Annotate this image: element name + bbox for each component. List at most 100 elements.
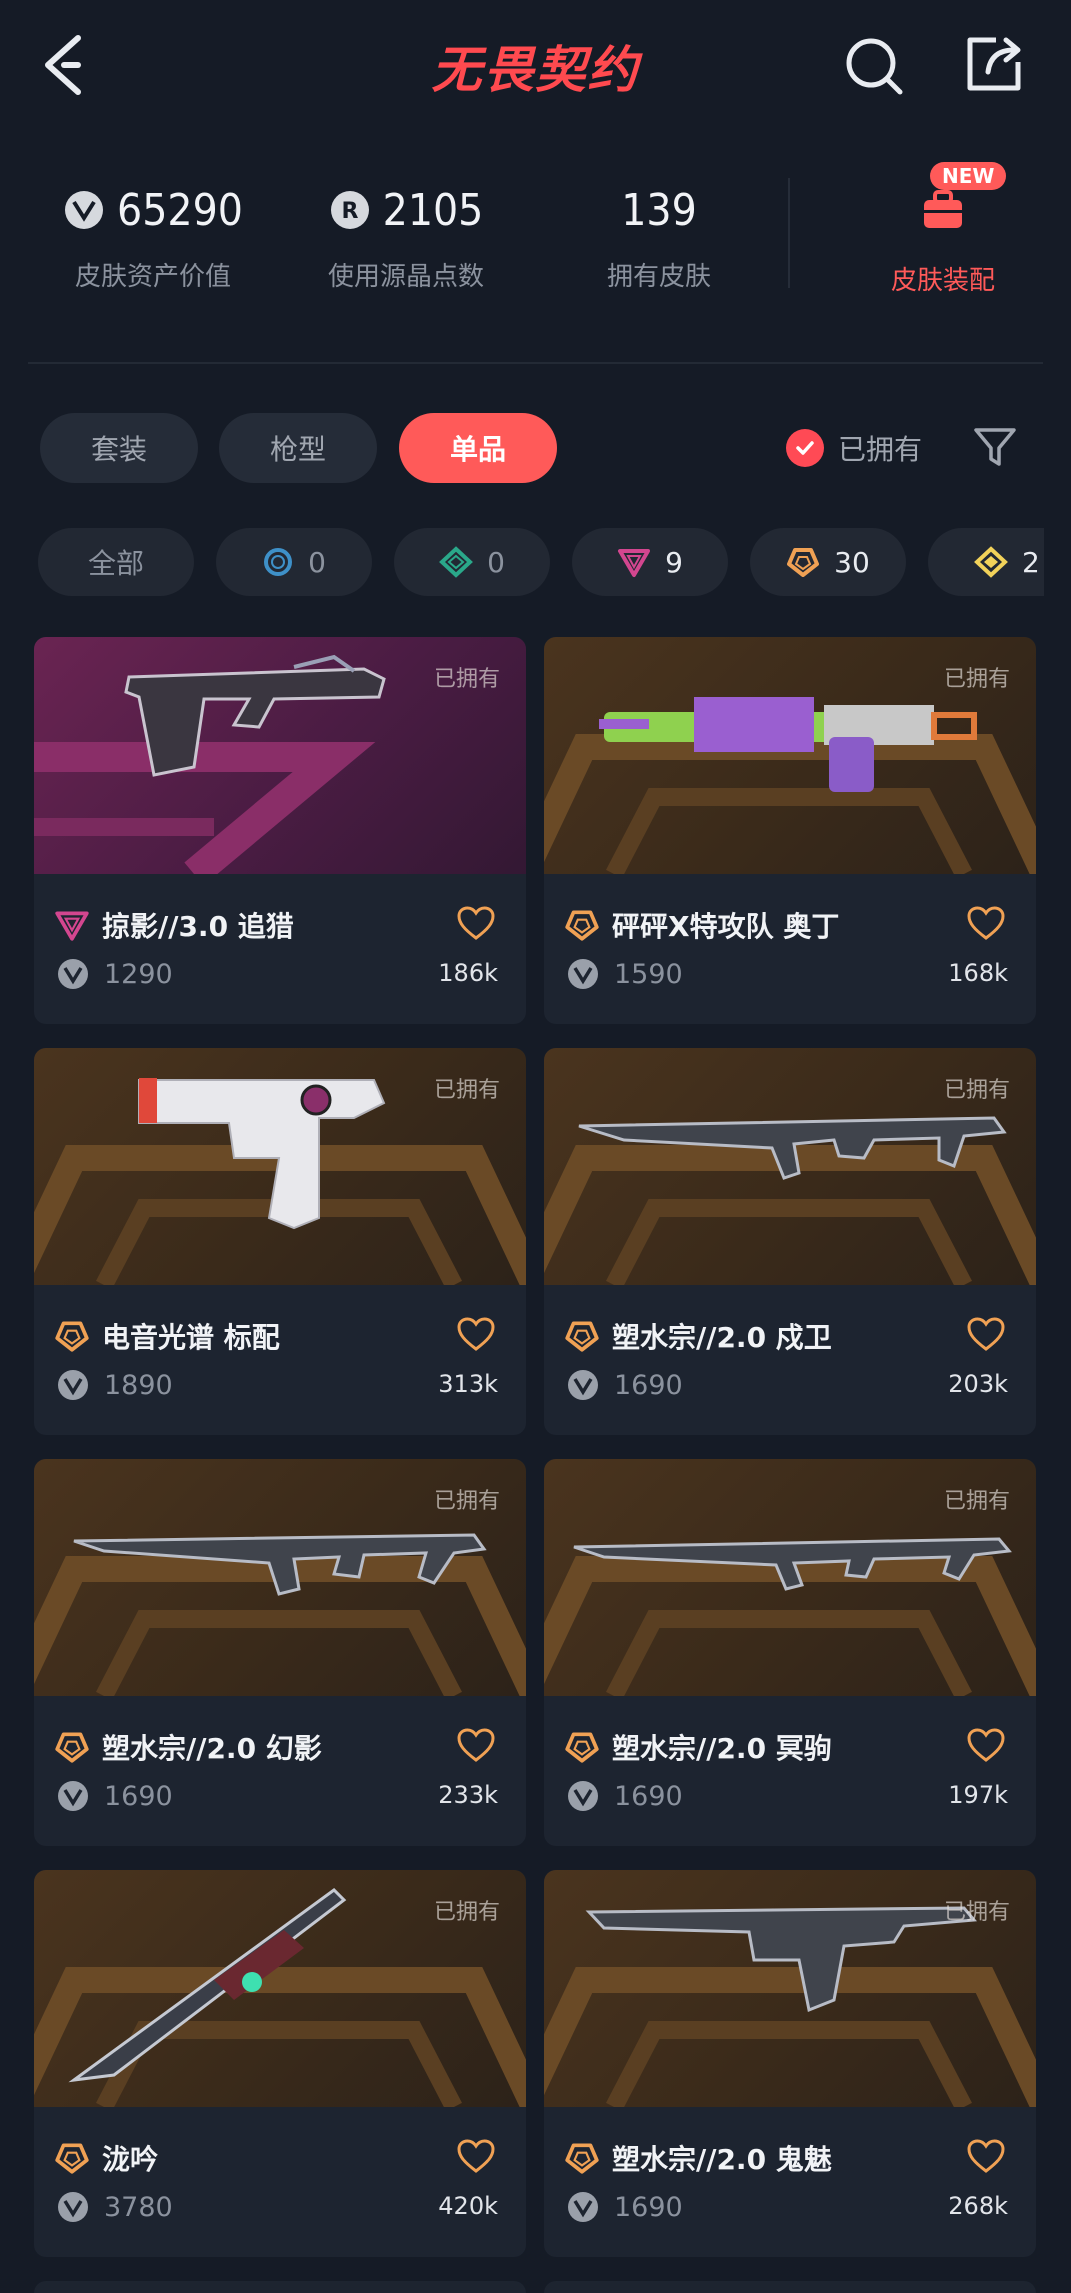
svg-text:R: R	[341, 199, 358, 224]
skin-card[interactable]: 已拥有 塑水宗//2.0 鬼魅 1690 268k	[544, 1870, 1036, 2257]
valorant-points-icon	[568, 1781, 598, 1811]
skin-image: 已拥有	[34, 1870, 526, 2107]
owned-filter-toggle[interactable]: 已拥有	[786, 425, 922, 471]
skin-price: 1590	[614, 958, 683, 990]
skin-card[interactable]: 已拥有 砰砰X特攻队 奥丁 1590 168k	[544, 637, 1036, 1024]
tier-chip-deluxe[interactable]: 0	[394, 528, 550, 596]
tier-chip-label: 全部	[87, 547, 144, 580]
skin-name: 砰砰X特攻队 奥丁	[612, 910, 840, 943]
ultra-tier-icon	[565, 2143, 599, 2174]
skin-card[interactable]	[544, 2281, 1036, 2293]
new-badge: NEW	[930, 162, 1007, 190]
radianite-icon: R	[330, 191, 369, 229]
skin-price: 1690	[614, 1369, 683, 1401]
tier-chip-count: 9	[665, 545, 683, 579]
heart-icon[interactable]	[966, 905, 1006, 941]
heart-icon[interactable]	[456, 1727, 496, 1763]
tab-set[interactable]: 套装	[40, 413, 198, 483]
stats-divider	[788, 178, 790, 288]
checkbox-checked-icon	[786, 429, 824, 467]
premium-tier-icon	[55, 911, 89, 941]
skins-owned-label: 拥有皮肤	[606, 262, 711, 292]
skin-name-row: 砰砰X特攻队 奥丁	[564, 905, 839, 945]
owned-label: 已拥有	[433, 667, 500, 692]
skin-price: 3780	[104, 2191, 173, 2223]
skins-owned-value: 139	[621, 184, 697, 236]
skin-price: 1890	[104, 1369, 173, 1401]
section-divider	[28, 362, 1043, 364]
price-row: 1890	[56, 1368, 173, 1402]
search-icon[interactable]	[842, 34, 906, 98]
valorant-points-icon	[58, 1370, 88, 1400]
tier-chip-premium[interactable]: 9	[572, 528, 728, 596]
skin-card[interactable]: 已拥有 塑水宗//2.0 幻影 1690 233k	[34, 1459, 526, 1846]
skin-name: 塑水宗//2.0 鬼魅	[612, 2143, 832, 2176]
price-row: 1690	[566, 2190, 683, 2224]
like-count: 313k	[438, 1370, 498, 1398]
price-row: 1690	[566, 1368, 683, 1402]
valorant-points-icon	[568, 1370, 598, 1400]
tier-chip-ultra[interactable]: 30	[750, 528, 906, 596]
skin-card[interactable]	[34, 2281, 526, 2293]
skin-image: 已拥有	[544, 1459, 1036, 1696]
share-icon[interactable]	[962, 32, 1026, 96]
deluxe-tier-icon	[439, 546, 474, 578]
like-count: 168k	[948, 959, 1008, 987]
skin-card[interactable]: 已拥有 掠影//3.0 追猎 1290 186k	[34, 637, 526, 1024]
valorant-points-icon	[568, 2192, 598, 2222]
top-bar: 无畏契约	[0, 0, 1071, 130]
tier-chip-exclusive[interactable]: 2	[928, 528, 1044, 596]
valorant-points-icon	[58, 1781, 88, 1811]
price-row: 1590	[566, 957, 683, 991]
asset-value-label: 皮肤资产价值	[74, 262, 231, 292]
skin-card[interactable]: 已拥有 泷吟 3780 420k	[34, 1870, 526, 2257]
ultra-tier-icon	[55, 1732, 89, 1763]
valorant-points-icon	[58, 959, 88, 989]
valorant-points-icon	[58, 2192, 88, 2222]
heart-icon[interactable]	[456, 2138, 496, 2174]
tier-chip-count: 0	[487, 545, 505, 579]
heart-icon[interactable]	[966, 2138, 1006, 2174]
skin-name: 掠影//3.0 追猎	[102, 910, 294, 943]
heart-icon[interactable]	[966, 1727, 1006, 1763]
valorant-points-icon	[65, 191, 104, 229]
skin-name: 塑水宗//2.0 冥驹	[612, 1732, 832, 1765]
tier-filter-row: 全部 0 0 9 30 2	[38, 528, 1044, 598]
radianite-value: 2105	[382, 184, 484, 236]
tier-chip-count: 0	[308, 545, 326, 579]
skin-name: 电音光谱 标配	[102, 1321, 280, 1354]
like-count: 233k	[438, 1781, 498, 1809]
tab-weapon-type[interactable]: 枪型	[219, 413, 377, 483]
asset-value: 65290	[117, 184, 243, 236]
owned-label: 已拥有	[943, 1900, 1010, 1925]
tab-single-item[interactable]: 单品	[399, 413, 557, 483]
skin-card[interactable]: 已拥有 电音光谱 标配 1890 313k	[34, 1048, 526, 1435]
skin-card[interactable]: 已拥有 塑水宗//2.0 冥驹 1690 197k	[544, 1459, 1036, 1846]
ultra-tier-icon	[787, 548, 820, 577]
ultra-tier-icon	[565, 910, 599, 941]
filter-icon[interactable]	[972, 424, 1018, 470]
skin-image: 已拥有	[34, 1048, 526, 1285]
like-count: 203k	[948, 1370, 1008, 1398]
like-count: 268k	[948, 2192, 1008, 2220]
tier-chip-select[interactable]: 0	[216, 528, 372, 596]
heart-icon[interactable]	[456, 905, 496, 941]
skin-price: 1290	[104, 958, 173, 990]
skin-name-row: 塑水宗//2.0 戍卫	[564, 1316, 832, 1356]
stat-radianite: R 2105 使用源晶点数	[281, 180, 531, 293]
skin-name-row: 泷吟	[54, 2138, 158, 2178]
heart-icon[interactable]	[456, 1316, 496, 1352]
owned-label: 已拥有	[943, 667, 1010, 692]
ultra-tier-icon	[55, 1321, 89, 1352]
skin-card[interactable]: 已拥有 塑水宗//2.0 戍卫 1690 203k	[544, 1048, 1036, 1435]
owned-label: 已拥有	[433, 1078, 500, 1103]
skin-name: 塑水宗//2.0 幻影	[102, 1732, 322, 1765]
skin-name-row: 塑水宗//2.0 幻影	[54, 1727, 322, 1767]
skin-price: 1690	[104, 1780, 173, 1812]
premium-tier-icon	[618, 549, 651, 577]
stat-skins-owned: 139 拥有皮肤	[534, 180, 784, 293]
heart-icon[interactable]	[966, 1316, 1006, 1352]
radianite-label: 使用源晶点数	[327, 262, 484, 292]
price-row: 3780	[56, 2190, 173, 2224]
tier-chip-all[interactable]: 全部	[38, 528, 194, 596]
